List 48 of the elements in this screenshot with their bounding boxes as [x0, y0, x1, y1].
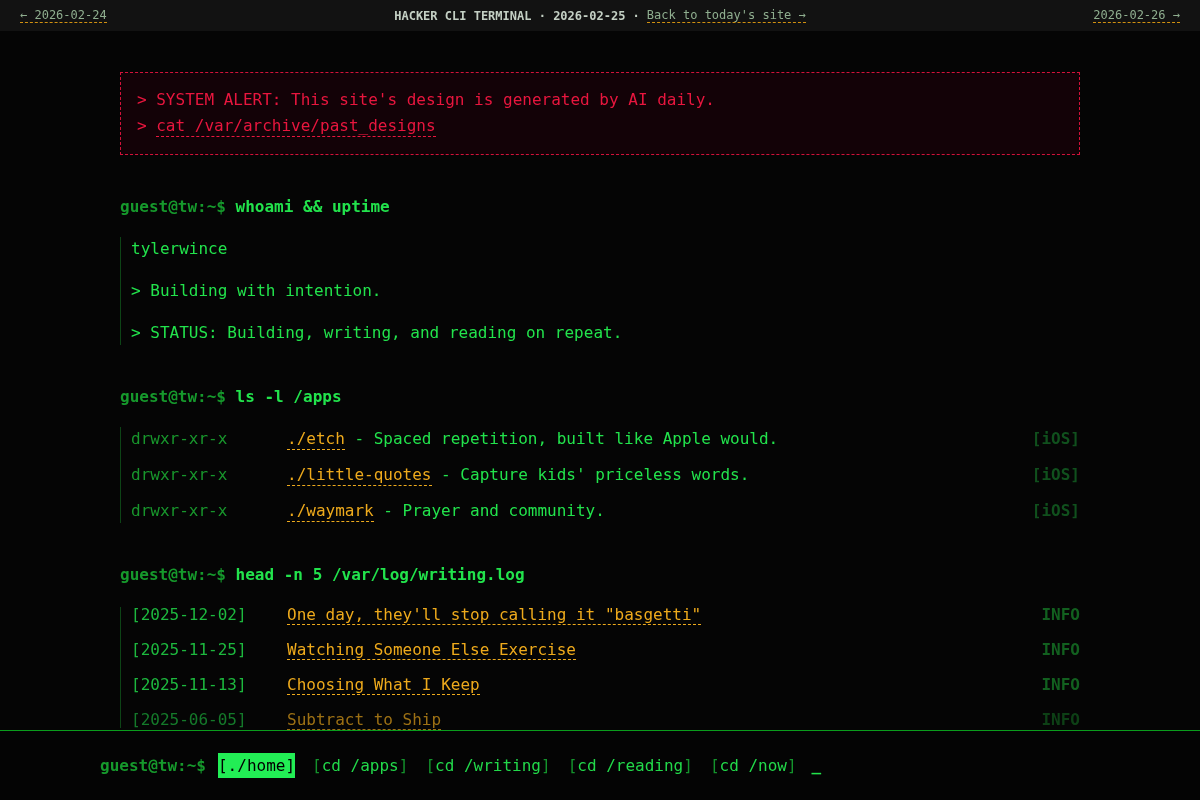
app-description: - Capture kids' priceless words. — [441, 464, 750, 486]
log-date: [2025-11-13] — [131, 677, 248, 693]
output-line: tylerwince — [131, 238, 229, 260]
log-date: [2025-06-05] — [131, 712, 248, 728]
permissions-text: drwxr-xr-x — [131, 428, 229, 450]
log-date: [2025-11-25] — [131, 642, 248, 658]
command-text: ls -l /apps — [235, 386, 342, 408]
permissions-text: drwxr-xr-x — [131, 500, 229, 522]
log-level: INFO — [1041, 642, 1080, 658]
prompt-marker: > — [137, 89, 147, 111]
platform-tag: [iOS] — [1031, 463, 1080, 487]
nav-link[interactable]: [cd /apps] — [312, 753, 409, 778]
page-title: HACKER CLI TERMINAL · 2026-02-25 · — [394, 8, 640, 23]
log-level: INFO — [1041, 677, 1080, 693]
permissions-text: drwxr-xr-x — [131, 464, 229, 486]
app-description: - Spaced repetition, built like Apple would. — [354, 428, 779, 450]
output-line: > STATUS: Building, writing, and reading on repeat. — [131, 322, 624, 344]
nav-link[interactable]: [cd /writing] — [425, 753, 551, 778]
back-to-site-link[interactable]: Back to today's site → — [646, 8, 806, 23]
post-link[interactable]: Watching Someone Else Exercise — [287, 640, 576, 660]
post-link[interactable]: Subtract to Ship — [287, 710, 442, 730]
app-link[interactable]: ./waymark — [287, 500, 374, 522]
command-text: head -n 5 /var/log/writing.log — [235, 564, 525, 586]
output-line: > Building with intention. — [131, 280, 383, 302]
shell-prompt: guest@tw:~$ — [120, 196, 226, 218]
alert-message: SYSTEM ALERT: This site's design is generated by AI daily. — [156, 89, 715, 111]
nav-link[interactable]: [./home] — [217, 753, 296, 778]
log-date: [2025-12-02] — [131, 607, 248, 623]
archive-link[interactable]: cat /var/archive/past_designs — [156, 115, 436, 137]
previous-day-link[interactable]: ← 2026-02-24 — [20, 8, 107, 23]
post-link[interactable]: Choosing What I Keep — [287, 675, 480, 695]
shell-prompt: guest@tw:~$ — [120, 564, 226, 586]
nav-link[interactable]: [cd /now] — [709, 753, 797, 778]
platform-tag: [iOS] — [1031, 499, 1080, 523]
post-link[interactable]: One day, they'll stop calling it "basgetti" — [287, 605, 702, 625]
cursor: _ — [811, 754, 822, 777]
prompt-marker: > — [137, 115, 147, 137]
app-link[interactable]: ./little-quotes — [287, 464, 432, 486]
shell-prompt: guest@tw:~$ — [100, 754, 206, 777]
platform-tag: [iOS] — [1031, 427, 1080, 451]
next-day-link[interactable]: 2026-02-26 → — [1093, 8, 1180, 23]
log-level: INFO — [1041, 607, 1080, 623]
app-description: - Prayer and community. — [383, 500, 605, 522]
shell-prompt: guest@tw:~$ — [120, 386, 226, 408]
app-link[interactable]: ./etch — [287, 428, 345, 450]
log-level: INFO — [1041, 712, 1080, 728]
command-text: whoami && uptime — [235, 196, 390, 218]
nav-link[interactable]: [cd /reading] — [567, 753, 693, 778]
